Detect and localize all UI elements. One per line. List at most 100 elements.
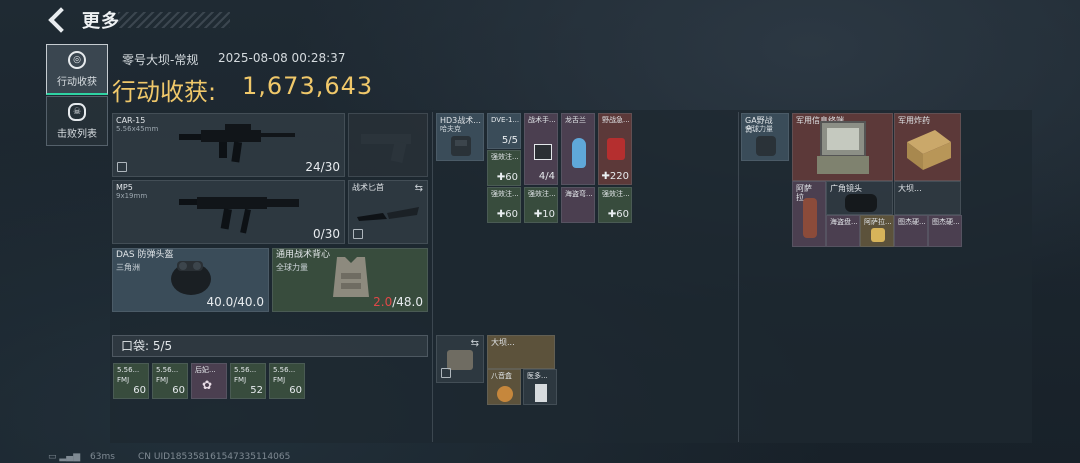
rifle-icon [179, 124, 295, 163]
backpack-item[interactable]: 军用信息终端 [792, 113, 893, 181]
sidebar-item-defeats[interactable]: ☠ 击败列表 [46, 96, 108, 146]
bottle-icon [572, 138, 586, 168]
header-decoration [118, 12, 230, 28]
backpack-item[interactable]: 图杰硬... [928, 215, 962, 247]
weapon-ammo: 0/30 [313, 227, 340, 241]
sidebar-item-label: 击败列表 [57, 128, 97, 140]
harvest-value: 1,673,643 [242, 72, 374, 100]
cup-icon [871, 228, 885, 242]
helmet-durability: 40.0/40.0 [206, 295, 264, 309]
helmet-icon [171, 261, 211, 295]
plus-icon: ✚ [607, 209, 617, 220]
vest-icon [333, 257, 369, 297]
pistol-slot[interactable] [348, 113, 428, 177]
pocket-item[interactable]: 5.56... FMJ 60 [269, 363, 305, 399]
rig-item[interactable]: 龙舌兰 [561, 113, 595, 185]
match-datetime: 2025-08-08 00:28:37 [218, 51, 346, 65]
plus-icon: ✚ [496, 172, 506, 183]
rig-item[interactable]: DVE-1... 5/5 [487, 113, 521, 149]
rig-item-qty: ✚60 [496, 209, 518, 220]
helmet-sub: 三角洲 [116, 263, 140, 272]
vest-durability: 2.0/48.0 [373, 295, 423, 309]
medkit-icon [534, 144, 552, 160]
backpack-icon [756, 136, 776, 156]
terminal-icon [817, 121, 869, 174]
explosive-crate-icon [907, 130, 951, 170]
helmet-name: DAS 防弹头盔 [116, 250, 174, 260]
pocket-header: 口袋: 5/5 [112, 335, 428, 357]
map-name: 零号大坝-常规 [122, 53, 199, 67]
uid-text: CN UID185358161547335114065 [138, 452, 291, 462]
pocket-item[interactable]: 5.56... FMJ 52 [230, 363, 266, 399]
pocket-item[interactable]: 后妃... ✿ [191, 363, 227, 399]
backpack-container-slot[interactable]: GA野战背... 全球力量 [741, 113, 789, 161]
backpack-item[interactable]: 八音盒 [487, 369, 521, 405]
plus-icon: ✚ [496, 209, 506, 220]
rig-icon [451, 136, 471, 156]
bound-icon [441, 368, 451, 378]
rig-item[interactable]: 强效注... ✚10 [524, 187, 558, 223]
weapon-name: CAR-15 [116, 116, 146, 125]
bound-icon [353, 229, 363, 239]
sidebar-item-harvest[interactable]: ◎ 行动收获 [46, 44, 108, 95]
medicine-icon [535, 384, 547, 402]
music-box-icon [497, 386, 513, 402]
swap-icon[interactable]: ⇆ [415, 183, 423, 194]
small-backpack-slot[interactable]: ⇆ [436, 335, 484, 383]
battery-icon: ▭ ▂▄▆ [48, 452, 81, 462]
target-icon: ◎ [68, 50, 86, 69]
backpack-item[interactable]: 大坝... [894, 181, 961, 215]
weapon-caliber: 5.56x45mm [116, 125, 159, 133]
backpack-item[interactable]: 阿萨拉... [792, 181, 826, 247]
rig-item[interactable]: 海盗弯... [561, 187, 595, 223]
vest-sub: 全球力量 [276, 263, 308, 272]
harvest-label: 行动收获: [112, 78, 217, 106]
top-bar: 更多 [44, 6, 120, 34]
rig-item-qty: ✚60 [607, 209, 629, 220]
plus-icon: ✚ [533, 209, 543, 220]
vest-slot[interactable]: 通用战术背心 全球力量 2.0/48.0 [272, 248, 428, 312]
pocket-item[interactable]: 5.56... FMJ 60 [113, 363, 149, 399]
lens-icon [845, 194, 877, 212]
melee-slot[interactable]: 战术匕首 ⇆ [348, 180, 428, 244]
backpack-item[interactable]: 医多... [523, 369, 557, 405]
rig-slot[interactable]: HD3战术... 哈夫克 [436, 113, 484, 161]
smg-icon [179, 197, 299, 234]
weapon-ammo: 24/30 [305, 160, 340, 174]
rig-item[interactable]: 强效注... ✚60 [598, 187, 632, 223]
plus-icon: ✚ [601, 171, 610, 182]
ping-text: 63ms [90, 452, 115, 462]
rig-item[interactable]: 强效注... ✚60 [487, 187, 521, 223]
backpack-item[interactable]: 图杰硬... [894, 215, 928, 247]
vest-durability-current: 2.0 [373, 295, 393, 309]
skull-icon: ☠ [68, 102, 86, 121]
helmet-slot[interactable]: DAS 防弹头盔 三角洲 40.0/40.0 [112, 248, 269, 312]
backpack-item[interactable]: 大坝... [487, 335, 555, 369]
column-divider [738, 112, 739, 442]
backpack-item[interactable]: 海盗盘... [826, 215, 860, 247]
backpack-item[interactable]: 广角镜头 [826, 181, 893, 215]
sidebar-item-label: 行动收获 [57, 76, 97, 88]
pocket-item[interactable]: 5.56... FMJ 60 [152, 363, 188, 399]
lantern-icon [803, 198, 817, 238]
rig-item-qty: ✚10 [533, 209, 555, 220]
vest-name: 通用战术背心 [276, 250, 331, 260]
weapon-name: MP5 [116, 183, 133, 192]
back-arrow-icon[interactable] [48, 7, 74, 33]
primary-weapon-slot[interactable]: CAR-15 5.56x45mm 24/30 [112, 113, 345, 177]
swap-icon[interactable]: ⇆ [471, 338, 479, 349]
secondary-weapon-slot[interactable]: MP5 9x19mm 0/30 [112, 180, 345, 244]
first-aid-icon [607, 138, 625, 160]
rig-item[interactable]: 野战急... ✚220 [598, 113, 632, 185]
page-title: 更多 [82, 11, 120, 32]
weapon-caliber: 9x19mm [116, 192, 148, 200]
backpack-item[interactable]: 军用炸药 [894, 113, 961, 181]
rig-item-qty: ✚60 [496, 172, 518, 183]
bound-icon [117, 162, 127, 172]
jewel-icon: ✿ [202, 378, 213, 392]
column-divider [432, 112, 433, 442]
rig-item[interactable]: 强效注... ✚60 [487, 150, 521, 186]
rig-item[interactable]: 战术手... 4/4 [524, 113, 558, 185]
rig-item-qty: ✚220 [601, 171, 629, 182]
backpack-item[interactable]: 阿萨拉... [860, 215, 894, 247]
